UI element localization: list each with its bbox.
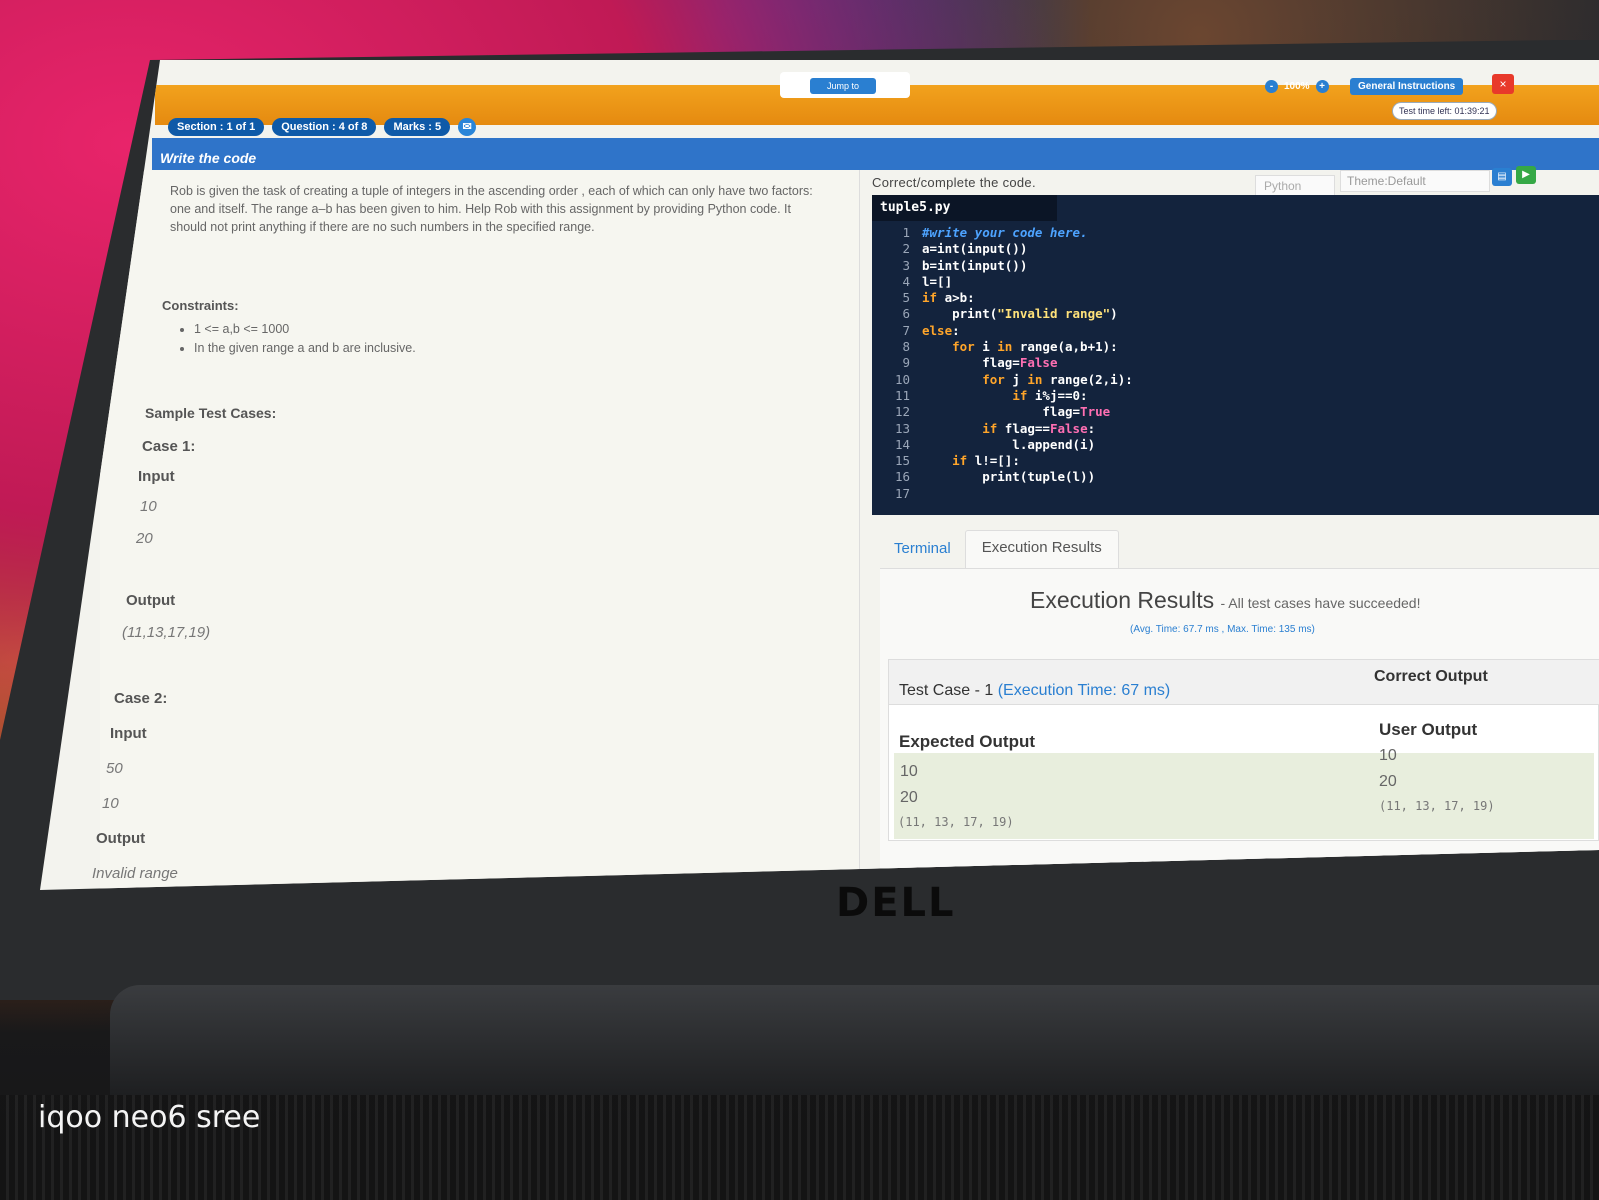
problem-pane: Rob is given the task of creating a tupl…	[92, 170, 860, 890]
marks-badge: Marks : 5	[384, 118, 451, 136]
test-case-name-row: Test Case - 1 (Execution Time: 67 ms)	[899, 682, 1170, 700]
case2-input-value: 10	[102, 795, 119, 812]
question-info-row: Section : 1 of 1 Question : 4 of 8 Marks…	[168, 118, 477, 136]
laptop-hinge	[110, 985, 1599, 1095]
problem-statement: Rob is given the task of creating a tupl…	[170, 184, 813, 234]
brand-logo: DELL	[836, 880, 956, 926]
question-title: Write the code	[160, 150, 257, 166]
editor-heading: Correct/complete the code.	[872, 175, 1036, 190]
user-line: 20	[1379, 773, 1397, 790]
case1-label: Case 1:	[142, 438, 196, 455]
tab-terminal[interactable]: Terminal	[880, 530, 965, 570]
zoom-out-icon[interactable]: -	[1265, 80, 1278, 93]
test-case-time: (Execution Time: 67 ms)	[997, 682, 1171, 699]
laptop-screen: Jump to - 100% + General Instructions × …	[40, 60, 1599, 890]
zoom-level: 100%	[1284, 81, 1310, 92]
close-icon[interactable]: ×	[1492, 74, 1514, 94]
case1-output-label: Output	[126, 592, 176, 609]
case2-input-label: Input	[110, 725, 147, 742]
editor-pane: Correct/complete the code. Python Theme:…	[860, 166, 1599, 890]
save-icon[interactable]: ▤	[1492, 168, 1512, 186]
user-tuple: (11, 13, 17, 19)	[1379, 799, 1495, 813]
chat-icon[interactable]: ✉	[458, 118, 477, 136]
section-badge[interactable]: Section : 1 of 1	[168, 118, 265, 136]
results-title: Execution Results	[1030, 587, 1215, 613]
test-case-box: Test Case - 1 (Execution Time: 67 ms) Co…	[888, 659, 1599, 841]
time-left-badge: Test time left: 01:39:21	[1392, 102, 1497, 120]
expected-line: 20	[900, 789, 918, 806]
run-icon[interactable]: ▶	[1516, 166, 1536, 184]
general-instructions-button[interactable]: General Instructions	[1350, 78, 1464, 95]
file-tab[interactable]: tuple5.py	[872, 195, 1057, 221]
question-title-bar	[152, 138, 1599, 172]
constraints-heading: Constraints:	[162, 298, 239, 313]
question-badge[interactable]: Question : 4 of 8	[272, 118, 377, 136]
theme-select[interactable]: Theme:Default	[1340, 170, 1490, 192]
tab-execution-results[interactable]: Execution Results	[964, 530, 1119, 570]
expected-line: 10	[900, 763, 918, 780]
zoom-in-icon[interactable]: +	[1315, 80, 1329, 93]
constraint-item: 1 <= a,b <= 1000	[194, 320, 416, 339]
case2-label: Case 2:	[114, 690, 168, 707]
case2-input-value: 50	[106, 760, 123, 777]
results-summary: - All test cases have succeeded!	[1220, 595, 1421, 611]
zoom-controls: - 100% +	[1265, 80, 1329, 93]
user-line: 10	[1379, 747, 1397, 764]
test-case-header: Test Case - 1 (Execution Time: 67 ms) Co…	[889, 660, 1599, 705]
results-title-row: Execution Results - All test cases have …	[1030, 587, 1420, 614]
user-output-header: User Output	[1379, 720, 1478, 739]
code-content[interactable]: 1 #write your code here. 2 a=int(input()) …	[880, 225, 1133, 502]
language-select[interactable]: Python	[1255, 175, 1335, 197]
case1-input-value: 20	[136, 530, 153, 547]
case1-input-value: 10	[140, 498, 157, 515]
case2-output-value: Invalid range	[92, 865, 178, 882]
photo-watermark: iqoo neo6 sree	[38, 1100, 261, 1135]
test-case-name: Test Case - 1	[899, 682, 994, 699]
jump-to-button[interactable]: Jump to	[810, 78, 876, 94]
execution-results-panel: Execution Results - All test cases have …	[880, 568, 1599, 890]
constraint-item: In the given range a and b are inclusive…	[194, 339, 416, 358]
case2-output-label: Output	[96, 830, 146, 847]
sample-cases-heading: Sample Test Cases:	[145, 405, 277, 421]
correct-output-label: Correct Output	[1374, 668, 1488, 685]
case1-input-label: Input	[138, 468, 175, 485]
output-tabs: Terminal Execution Results	[880, 530, 1119, 570]
case1-output-value: (11,13,17,19)	[122, 624, 211, 641]
results-timing: (Avg. Time: 67.7 ms , Max. Time: 135 ms)	[1130, 624, 1315, 635]
constraints-list: 1 <= a,b <= 1000 In the given range a an…	[180, 320, 416, 358]
code-editor[interactable]: tuple5.py 1 #write your code here. 2 a=int…	[872, 195, 1599, 515]
expected-output-header: Expected Output	[899, 732, 1036, 751]
expected-tuple: (11, 13, 17, 19)	[898, 815, 1014, 829]
output-comparison: 10 20 (11, 13, 17, 19) 10 20 (11, 13, 17…	[894, 747, 1594, 839]
